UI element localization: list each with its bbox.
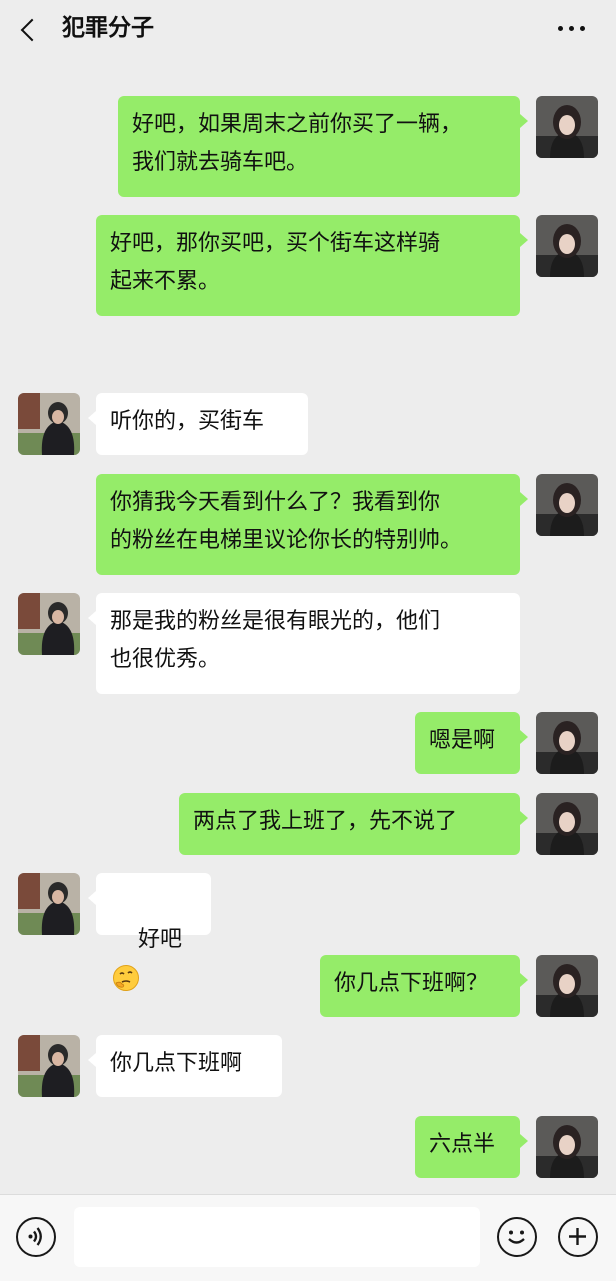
chat-title: 犯罪分子 [62, 15, 154, 41]
emoji-button[interactable] [497, 1217, 537, 1257]
message-bubble-sent[interactable]: 你猜我今天看到什么了？我看到你 的粉丝在电梯里议论你长的特别帅。 [96, 474, 528, 575]
avatar-self[interactable] [536, 955, 598, 1017]
avatar-contact[interactable] [18, 1035, 80, 1097]
plus-circle-icon [569, 1228, 586, 1245]
more-options-button[interactable] [552, 26, 592, 36]
message-bubble-sent[interactable]: 好吧，如果周末之前你买了一辆， 我们就去骑车吧。 [118, 96, 528, 197]
avatar-self[interactable] [536, 712, 598, 774]
back-button[interactable] [14, 16, 44, 44]
avatar-self[interactable] [536, 215, 598, 277]
chat-header: 犯罪分子 [0, 0, 616, 60]
thinking-face-emoji [113, 965, 139, 991]
more-dots-icon [558, 26, 563, 31]
avatar-self[interactable] [536, 474, 598, 536]
message-bubble-sent[interactable]: 你几点下班啊？ [320, 955, 528, 1017]
message-bubble-sent[interactable]: 两点了我上班了，先不说了 [179, 793, 528, 855]
message-input[interactable] [74, 1207, 480, 1267]
avatar-self[interactable] [536, 1116, 598, 1178]
input-bar [0, 1194, 616, 1281]
voice-button[interactable] [16, 1217, 56, 1257]
message-bubble-received[interactable]: 那是我的粉丝是很有眼光的，他们 也很优秀。 [88, 593, 520, 694]
message-bubble-received[interactable]: 你几点下班啊 [88, 1035, 282, 1097]
message-bubble-sent[interactable]: 嗯是啊 [415, 712, 528, 774]
avatar-contact[interactable] [18, 873, 80, 935]
avatar-contact[interactable] [18, 593, 80, 655]
message-bubble-sent[interactable]: 好吧，那你买吧，买个街车这样骑 起来不累。 [96, 215, 528, 316]
more-functions-button[interactable] [558, 1217, 598, 1257]
message-bubble-received[interactable]: 听你的，买街车 [88, 393, 308, 455]
voice-icon [28, 1227, 42, 1246]
avatar-self[interactable] [536, 96, 598, 158]
message-bubble-received[interactable]: 好吧 [88, 873, 211, 991]
message-text: 好吧 [137, 927, 182, 952]
message-bubble-sent[interactable]: 六点半 [415, 1116, 528, 1178]
avatar-contact[interactable] [18, 393, 80, 455]
smiley-icon [508, 1230, 525, 1244]
avatar-self[interactable] [536, 793, 598, 855]
